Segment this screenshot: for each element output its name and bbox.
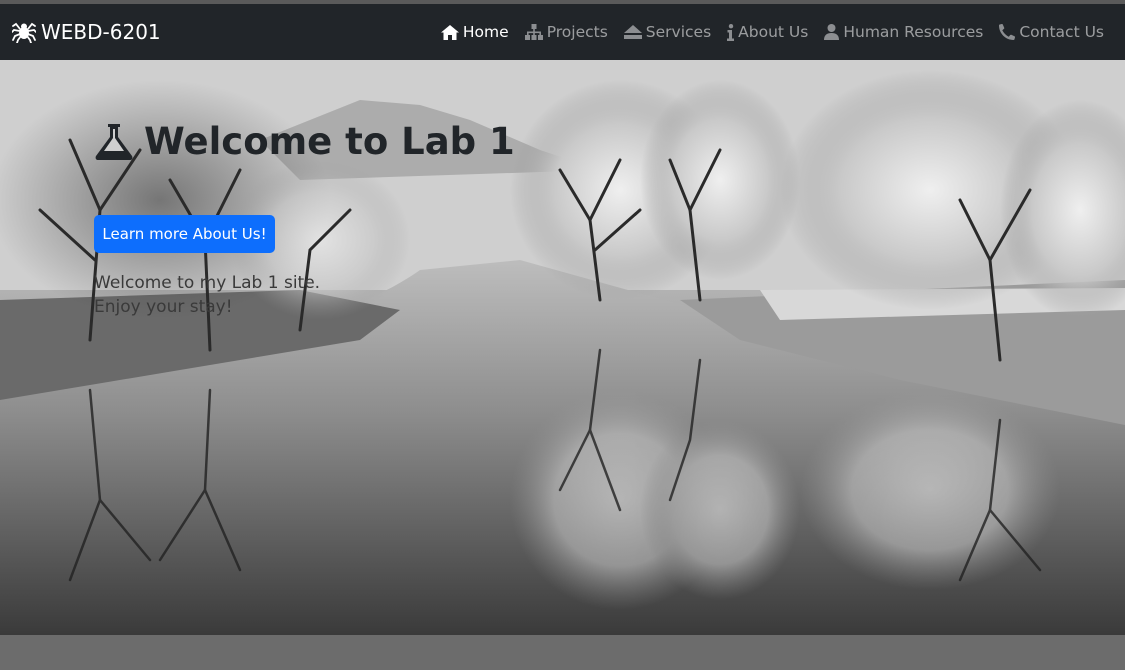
info-icon <box>727 23 735 41</box>
page-title-text: Welcome to Lab 1 <box>144 120 515 163</box>
eject-icon <box>623 25 642 39</box>
nav-menu: Home Projects Services About Us Human Re… <box>433 4 1113 60</box>
sitemap-icon <box>524 24 543 40</box>
navbar: WEBD-6201 Home Projects Services About U… <box>0 4 1125 60</box>
nav-projects-label: Projects <box>546 23 608 41</box>
brand-link[interactable]: WEBD-6201 <box>12 20 161 44</box>
nav-about[interactable]: About Us <box>719 4 816 60</box>
phone-icon <box>999 24 1016 40</box>
hero-section: Welcome to Lab 1 Learn more About Us! We… <box>0 60 1125 635</box>
nav-about-label: About Us <box>738 23 809 41</box>
page-title: Welcome to Lab 1 <box>94 120 515 163</box>
welcome-line-1: Welcome to my Lab 1 site. <box>94 273 321 293</box>
brand-name: WEBD-6201 <box>41 20 161 44</box>
flask-icon <box>95 123 133 160</box>
nav-home[interactable]: Home <box>433 4 517 60</box>
nav-services[interactable]: Services <box>616 4 719 60</box>
nav-projects[interactable]: Projects <box>517 4 616 60</box>
nav-human-resources[interactable]: Human Resources <box>816 4 991 60</box>
welcome-line-2: Enjoy your stay! <box>94 297 233 317</box>
nav-contact-label: Contact Us <box>1019 23 1104 41</box>
nav-services-label: Services <box>645 23 712 41</box>
footer-area <box>0 635 1125 670</box>
learn-more-button[interactable]: Learn more About Us! <box>94 215 275 253</box>
nav-home-label: Home <box>462 23 509 41</box>
nav-contact[interactable]: Contact Us <box>991 4 1113 60</box>
spider-icon <box>12 22 36 43</box>
home-icon <box>440 24 459 40</box>
user-icon <box>824 24 840 40</box>
welcome-text: Welcome to my Lab 1 site. Enjoy your sta… <box>94 271 320 319</box>
nav-human-resources-label: Human Resources <box>843 23 984 41</box>
